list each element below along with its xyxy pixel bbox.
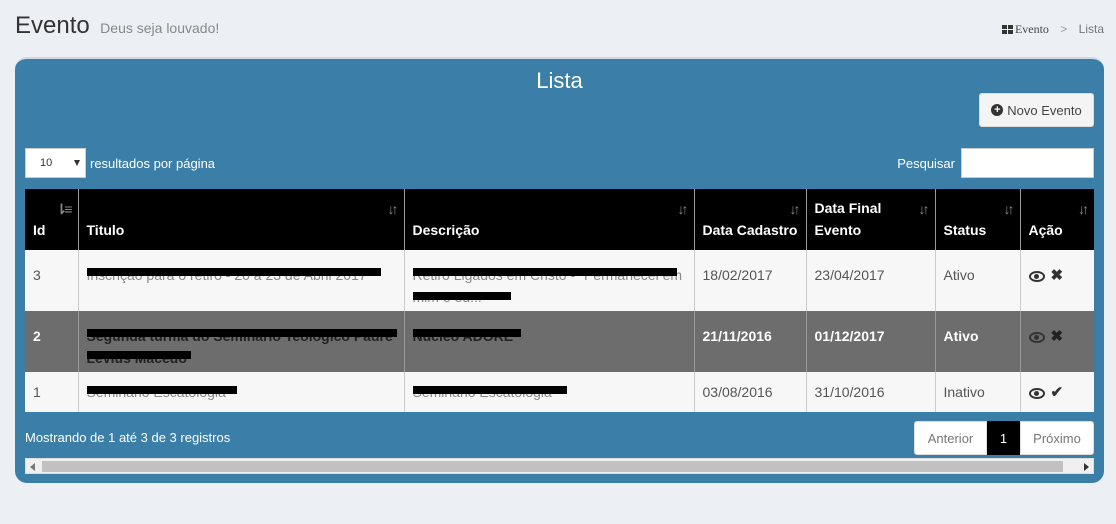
- cell-data-final: 23/04/2017: [806, 250, 936, 311]
- page-header: Evento Deus seja louvado!: [15, 12, 219, 42]
- cell-status: Inativo: [935, 372, 1021, 412]
- close-icon[interactable]: ✖: [1051, 265, 1064, 287]
- sort-icon: ↓↑: [789, 201, 801, 217]
- cell-data-final: 31/10/2016: [806, 372, 936, 412]
- cell-data-cadastro: 18/02/2017: [694, 250, 807, 311]
- page-1-button[interactable]: 1: [987, 421, 1020, 455]
- header-data-cadastro[interactable]: ↓↑ Data Cadastro: [694, 189, 807, 250]
- plus-circle-icon: +: [991, 104, 1004, 116]
- table-row: 2 Segunda turma do Seminário Teológico P…: [25, 311, 1094, 372]
- caret-down-icon: [74, 160, 80, 166]
- close-icon[interactable]: ✖: [1051, 326, 1064, 348]
- page-length-label: resultados por página: [90, 155, 216, 171]
- cell-status: Ativo: [935, 311, 1021, 372]
- page-subtitle: Deus seja louvado!: [100, 20, 220, 36]
- breadcrumb-lista: Lista: [1078, 22, 1104, 36]
- new-event-label: Novo Evento: [1007, 102, 1082, 118]
- cell-titulo: Inscrição para o retiro - 20 a 23 de Abr…: [78, 250, 405, 311]
- cell-acao: ✖: [1020, 250, 1094, 311]
- header-status[interactable]: ↓↑ Status: [935, 189, 1021, 250]
- list-panel: Lista + Novo Evento 10 resultados por pá…: [15, 57, 1104, 483]
- eye-icon[interactable]: [1028, 331, 1045, 343]
- search-label: Pesquisar: [897, 155, 955, 171]
- horizontal-scrollbar[interactable]: [25, 458, 1094, 474]
- eye-icon[interactable]: [1028, 270, 1045, 282]
- sort-icon: ↓↑: [1078, 201, 1089, 217]
- breadcrumb: Evento > Lista: [1001, 22, 1104, 37]
- panel-title: Lista: [536, 68, 583, 93]
- cell-id: 2: [25, 311, 79, 372]
- header-descricao[interactable]: ↓↑ Descrição: [404, 189, 695, 250]
- grid-icon: [1001, 25, 1013, 34]
- sort-desc-icon: ⇂≡: [55, 201, 73, 217]
- cell-acao: ✔: [1020, 372, 1094, 412]
- cell-status: Ativo: [935, 250, 1021, 311]
- table-info: Mostrando de 1 até 3 de 3 registros: [25, 430, 231, 445]
- cell-id: 3: [25, 250, 79, 311]
- sort-icon: ↓↑: [918, 201, 930, 217]
- cell-data-cadastro: 03/08/2016: [694, 372, 807, 412]
- sort-icon: ↓↑: [1003, 201, 1015, 217]
- cell-titulo: Seminário Escatologia: [78, 372, 405, 412]
- cell-data-final: 01/12/2017: [806, 311, 936, 372]
- header-data-final[interactable]: ↓↑ Data Final Evento: [806, 189, 936, 250]
- new-event-button[interactable]: + Novo Evento: [979, 93, 1094, 127]
- check-icon[interactable]: ✔: [1051, 382, 1064, 404]
- sort-icon: ↓↑: [677, 201, 689, 217]
- page-title: Evento: [15, 12, 90, 39]
- breadcrumb-separator: >: [1060, 22, 1068, 36]
- scrollbar-thumb[interactable]: [42, 461, 1063, 472]
- table-header-row: ⇂≡ Id ↓↑ Titulo ↓↑ Descrição ↓↑ Data Cadastr…: [25, 189, 1094, 250]
- next-page-button[interactable]: Próximo: [1020, 421, 1094, 455]
- sort-icon: ↓↑: [387, 201, 399, 217]
- cell-descricao: Núcleo ADORE: [404, 311, 695, 372]
- previous-page-button[interactable]: Anterior: [914, 421, 987, 455]
- cell-descricao: Seminário Escatologia: [404, 372, 695, 412]
- eye-icon[interactable]: [1028, 387, 1045, 399]
- page-length-value: 10: [40, 157, 53, 169]
- search-input[interactable]: [961, 148, 1094, 178]
- table-row: 1 Seminário Escatologia Seminário Escato…: [25, 372, 1094, 412]
- scroll-right-icon[interactable]: [1084, 463, 1089, 471]
- header-acao[interactable]: ↓↑ Ação: [1020, 189, 1094, 250]
- breadcrumb-evento[interactable]: Evento: [1015, 22, 1049, 36]
- header-id[interactable]: ⇂≡ Id: [25, 189, 79, 250]
- page-length-control: 10 resultados por página: [25, 148, 215, 178]
- pagination: Anterior 1 Próximo: [914, 421, 1094, 455]
- cell-acao: ✖: [1020, 311, 1094, 372]
- search-control: Pesquisar: [897, 148, 1094, 178]
- cell-descricao: Retiro Ligados em Cristo - "Permanecei e…: [404, 250, 695, 311]
- scroll-left-icon[interactable]: [30, 463, 35, 471]
- cell-data-cadastro: 21/11/2016: [694, 311, 807, 372]
- header-titulo[interactable]: ↓↑ Titulo: [78, 189, 405, 250]
- events-table: ⇂≡ Id ↓↑ Titulo ↓↑ Descrição ↓↑ Data Cadastr…: [25, 189, 1094, 412]
- cell-titulo: Segunda turma do Seminário Teológico Pad…: [78, 311, 405, 372]
- page-length-select[interactable]: 10: [25, 148, 86, 178]
- cell-id: 1: [25, 372, 79, 412]
- table-row: 3 Inscrição para o retiro - 20 a 23 de A…: [25, 250, 1094, 311]
